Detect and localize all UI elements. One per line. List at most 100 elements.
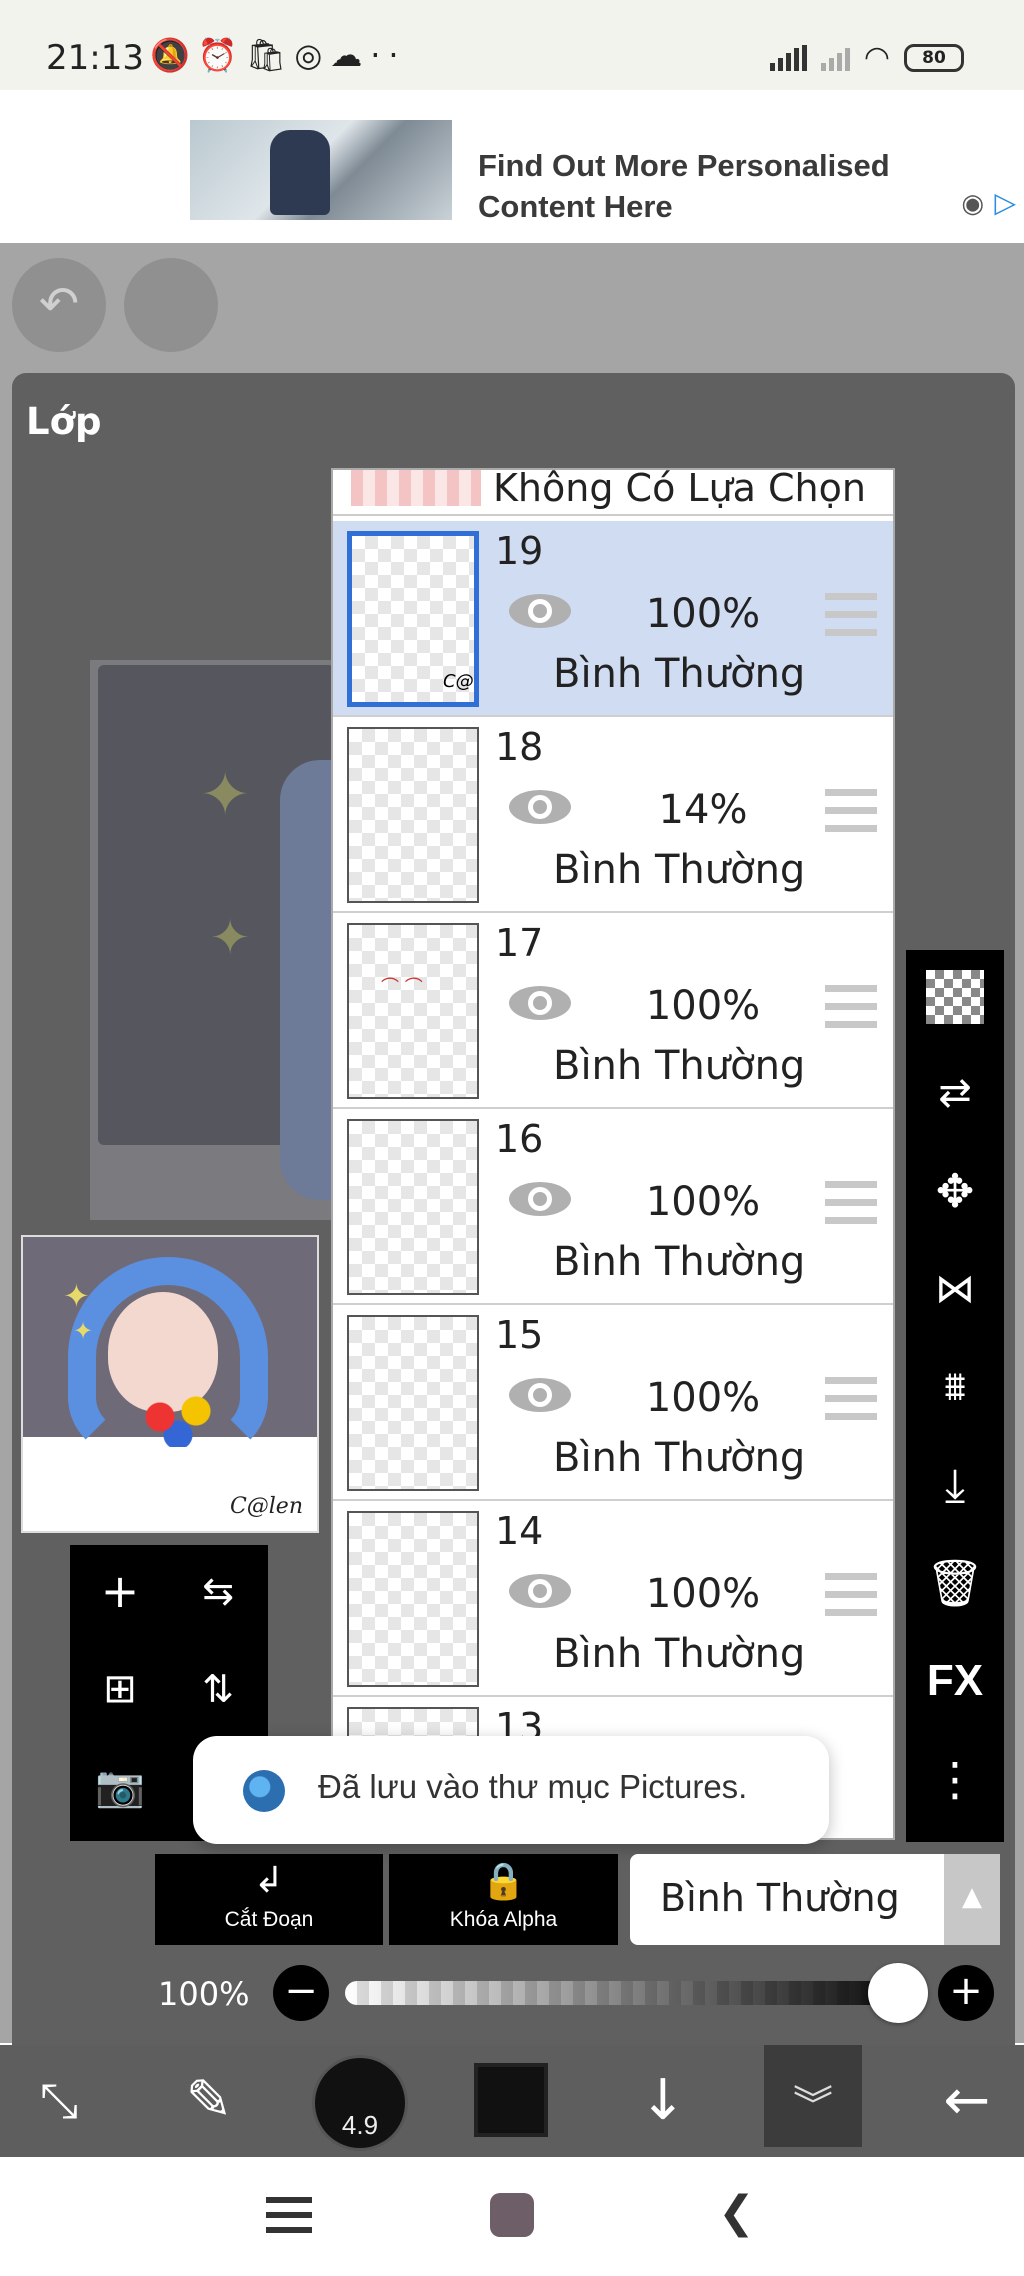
no-selection-label: Không Có Lựa Chọn [493,468,866,510]
opacity-decrease-button[interactable]: − [273,1965,329,2021]
layer-number: 18 [495,725,544,769]
recents-icon[interactable] [266,2197,312,2233]
star-icon: ✦ [73,1317,94,1345]
eye-icon[interactable] [507,591,573,631]
layer-blend-mode: Bình Thường [553,1435,806,1481]
add-folder-button[interactable]: ⊞ [80,1649,160,1729]
no-selection-row[interactable]: Không Có Lựa Chọn [333,468,893,516]
redo-button[interactable] [124,258,218,352]
drag-handle-icon[interactable] [825,789,877,835]
clipping-button[interactable]: ↲ Cắt Đoạn [155,1854,383,1945]
expand-button[interactable]: ︾ [764,2045,862,2147]
undo-icon: ↶ [38,276,80,332]
layer-row-18[interactable]: 18 14% Bình Thường [333,717,893,913]
brush-size-value: 4.9 [341,2110,379,2140]
ad-person [270,130,330,215]
home-icon[interactable] [490,2193,534,2237]
layer-row-16[interactable]: 16 100% Bình Thường [333,1109,893,1305]
clip-arrow-icon: ↲ [253,1860,285,1901]
drag-handle-icon[interactable] [825,1573,877,1619]
camera-icon[interactable]: 📷 [80,1747,160,1827]
blend-mode-dropdown[interactable]: ▲ [944,1854,1000,1945]
battery-icon: 80 [904,43,964,72]
arrow-down-icon[interactable]: ↓ [608,2045,718,2157]
trash-icon[interactable]: 🗑 [906,1538,1004,1628]
eye-icon[interactable] [507,787,573,827]
add-layer-button[interactable]: + [80,1551,160,1631]
transparent-fill-button[interactable] [906,950,1004,1040]
layer-row-14[interactable]: 14 100% Bình Thường [333,1501,893,1697]
layer-thumbnail [347,1119,479,1295]
layer-eye-marks: ⌒ ⌒ [381,977,423,998]
layer-opacity: 100% [645,983,761,1029]
opacity-slider-knob[interactable] [868,1963,928,2023]
flip-vertical-icon[interactable]: ⩩ [906,1342,1004,1432]
opacity-slider[interactable] [345,1981,925,2005]
back-arrow-icon[interactable]: ← [912,2045,1022,2157]
drag-handle-icon[interactable] [825,593,877,639]
blend-mode-value: Bình Thường [660,1876,900,1920]
system-icons: ◠ 80 [769,40,964,75]
eye-icon[interactable] [507,1571,573,1611]
signature: C@len [229,1494,303,1519]
layer-opacity: 100% [645,1375,761,1421]
layer-row-15[interactable]: 15 100% Bình Thường [333,1305,893,1501]
layer-thumbnail [347,1315,479,1491]
more-options-icon[interactable]: ⋮ [906,1734,1004,1824]
brush-size-button[interactable]: 4.9 [312,2055,408,2151]
eye-icon[interactable] [507,1179,573,1219]
layer-blend-mode: Bình Thường [553,1239,806,1285]
lock-icon: 🔒 [481,1861,526,1902]
layer-row-19[interactable]: C@ 19 100% Bình Thường [333,521,893,717]
double-chevron-down-icon: ︾ [793,2083,833,2129]
fx-button[interactable]: FX [906,1636,1004,1726]
wifi-icon: ◠ [863,40,890,75]
opacity-increase-button[interactable]: + [938,1965,994,2021]
toast-notification: Đã lưu vào thư mục Pictures. [193,1736,829,1844]
drag-handle-icon[interactable] [825,985,877,1031]
artwork-thumbnail[interactable]: ✦ ✦ C@len [21,1235,319,1533]
merge-down-icon[interactable]: ⤓ [906,1440,1004,1530]
blend-mode-select[interactable]: Bình Thường [630,1854,944,1945]
layer-row-17[interactable]: ⌒ ⌒ 17 100% Bình Thường [333,913,893,1109]
layer-signature-mark: C@ [443,671,474,692]
eye-icon[interactable] [507,1375,573,1415]
alpha-lock-button[interactable]: 🔒 Khóa Alpha [389,1854,618,1945]
eye-icon[interactable] [507,983,573,1023]
layer-list[interactable]: Không Có Lựa Chọn C@ 19 100% Bình Thường… [331,468,895,1840]
flip-horizontal-icon[interactable]: ⋈ [906,1244,1004,1334]
system-nav-bar: ❮ [0,2157,1024,2276]
ad-banner[interactable]: Find Out More Personalised Content Here … [190,90,1024,225]
layer-number: 16 [495,1117,544,1161]
color-swatch[interactable] [474,2063,548,2137]
status-time: 21:13 [46,38,144,78]
ad-info-icon[interactable]: ▷ [994,186,1016,219]
nav-back-icon[interactable]: ❮ [718,2187,755,2238]
layer-thumbnail [347,1511,479,1687]
opacity-row: 100% − + [0,1955,1024,2035]
clipping-label: Cắt Đoạn [224,1908,314,1931]
toast-message: Đã lưu vào thư mục Pictures. [318,1768,748,1805]
layer-number: 19 [495,529,544,573]
flip-horizontal-button[interactable]: ⇆ [178,1551,258,1631]
undo-button[interactable]: ↶ [12,258,106,352]
signal-2-icon [820,45,850,71]
layer-blend-mode: Bình Thường [553,651,806,697]
transform-tool-icon[interactable]: ⤡ [4,2045,114,2157]
triangle-up-icon: ▲ [962,1882,982,1912]
drag-handle-icon[interactable] [825,1181,877,1227]
layer-number: 17 [495,921,544,965]
layer-opacity: 14% [658,787,748,833]
star-icon: ✦ [63,1277,90,1315]
layer-blend-mode: Bình Thường [553,1631,806,1677]
drag-handle-icon[interactable] [825,1377,877,1423]
ad-headline: Find Out More Personalised Content Here [478,148,890,224]
ad-choices-icon[interactable]: ◉ [961,189,984,219]
layer-thumbnail [347,923,479,1099]
checker-icon [926,970,984,1024]
flip-vertical-button[interactable]: ⇅ [178,1649,258,1729]
move-icon[interactable]: ✥ [906,1146,1004,1236]
brush-icon[interactable]: ✎ [154,2045,264,2157]
move-layer-button[interactable]: ⇄ [906,1048,1004,1138]
selection-thumbnail [351,470,481,506]
